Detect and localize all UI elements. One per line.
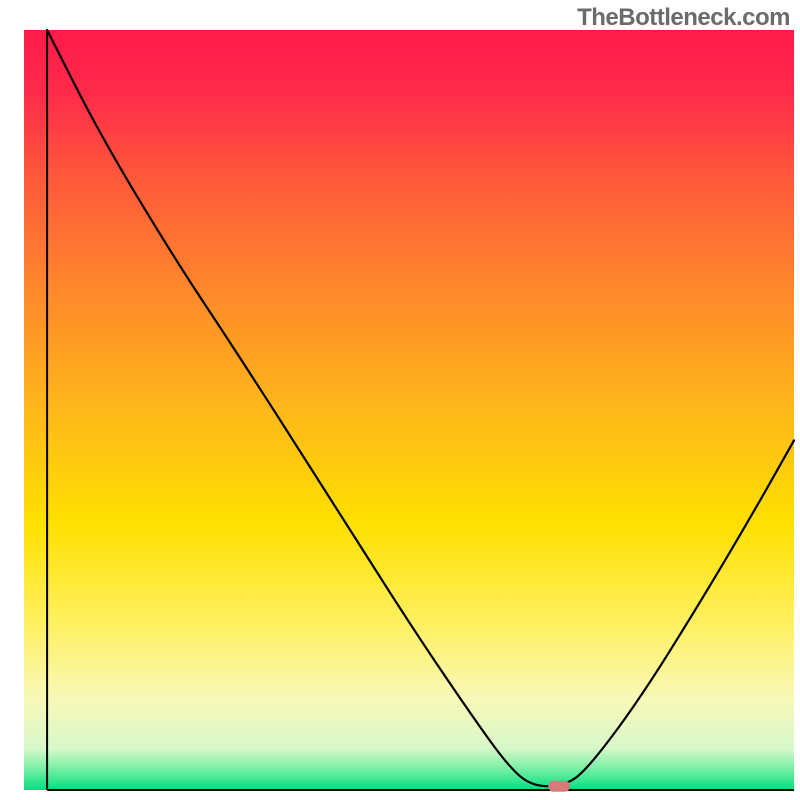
chart-svg [0,0,800,800]
chart-background [24,30,794,790]
plot-area [24,30,794,792]
watermark-text: TheBottleneck.com [577,4,790,32]
optimum-marker [548,781,570,792]
bottleneck-chart: TheBottleneck.com [0,0,800,800]
